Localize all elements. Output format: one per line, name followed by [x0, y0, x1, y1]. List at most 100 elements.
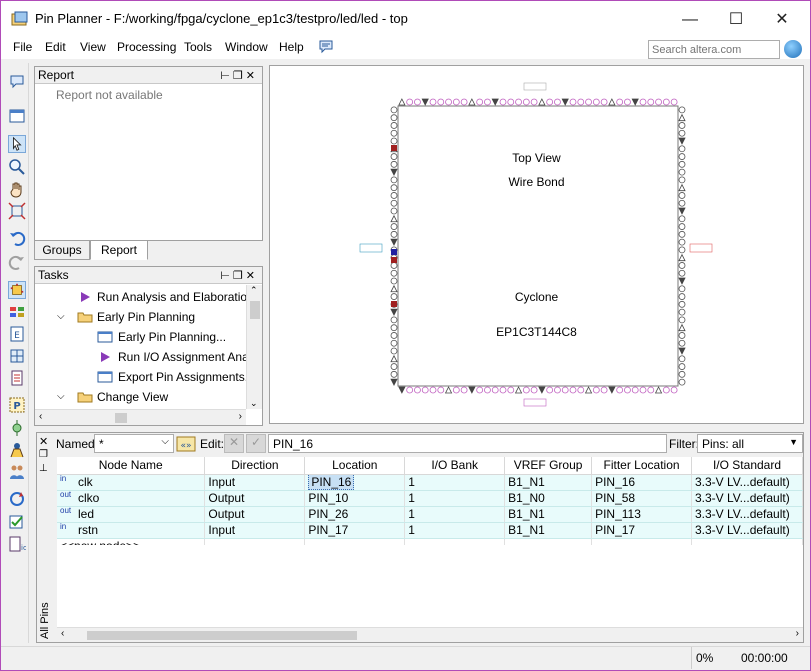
chip-pin[interactable]: [678, 238, 686, 246]
undo-icon[interactable]: [8, 229, 26, 247]
io-bank-icon[interactable]: [8, 303, 26, 321]
check-assignments-icon[interactable]: [8, 513, 26, 531]
menu-window[interactable]: Window: [225, 40, 268, 54]
chip-pin[interactable]: [390, 223, 398, 230]
chip-pin[interactable]: [600, 98, 608, 106]
scroll-thumb[interactable]: [115, 413, 127, 423]
chip-pin[interactable]: [647, 98, 655, 106]
chip-pin[interactable]: [670, 386, 678, 394]
chip-pin[interactable]: [452, 98, 460, 106]
tasks-panel-controls[interactable]: ⊢❐✕: [220, 268, 258, 284]
chip-pin[interactable]: [468, 386, 476, 394]
chip-pin[interactable]: [390, 308, 398, 317]
table-row[interactable]: out led Output PIN_26 1 B1_N1 PIN_113 3.3…: [57, 506, 804, 523]
column-header-io-standard[interactable]: I/O Standard: [691, 457, 804, 475]
chip-pin[interactable]: [429, 386, 437, 394]
select-pointer-icon[interactable]: [8, 135, 26, 153]
chip-pin[interactable]: [584, 386, 593, 394]
pane-pin-icon[interactable]: ⊥: [39, 463, 48, 474]
io-standard-cell[interactable]: 3.3-V LV...default): [691, 522, 804, 539]
scroll-left-icon[interactable]: ‹: [61, 628, 64, 639]
search-input[interactable]: [648, 40, 780, 59]
chip-pin[interactable]: [390, 122, 398, 129]
named-filter-combo[interactable]: * ⌵: [94, 434, 174, 453]
chip-pin[interactable]: [390, 354, 398, 363]
column-header-direction[interactable]: Direction: [204, 457, 306, 475]
column-header-location[interactable]: Location: [304, 457, 406, 475]
chip-pin[interactable]: [538, 98, 546, 106]
chip-pin[interactable]: [670, 98, 678, 106]
chip-pin[interactable]: [678, 370, 686, 378]
chip-pin[interactable]: [491, 386, 499, 394]
package-view-icon[interactable]: [8, 281, 26, 299]
chip-pin[interactable]: [624, 98, 631, 106]
chip-pin[interactable]: [577, 386, 585, 394]
chip-pin[interactable]: [390, 269, 398, 277]
chip-pin[interactable]: [499, 386, 507, 394]
chip-pin[interactable]: [444, 386, 453, 394]
chip-pin[interactable]: [452, 386, 460, 394]
io-bank-cell[interactable]: 1: [404, 506, 506, 523]
chip-pin[interactable]: [678, 316, 686, 324]
pin-legend-icon[interactable]: E: [8, 325, 26, 343]
location-cell[interactable]: PIN_16: [304, 474, 406, 491]
chip-pin[interactable]: [437, 386, 445, 394]
all-pins-side-label[interactable]: All Pins: [39, 602, 51, 639]
chip-pin[interactable]: [390, 363, 398, 370]
edit-value-field[interactable]: PIN_16: [268, 434, 667, 453]
chip-pin[interactable]: [678, 363, 686, 370]
chip-pin[interactable]: [522, 386, 530, 394]
direction-cell[interactable]: Input: [204, 474, 306, 491]
chip-pin[interactable]: [678, 277, 686, 285]
chip-pin[interactable]: [390, 129, 398, 137]
close-icon[interactable]: ✕: [246, 270, 258, 282]
scroll-thumb[interactable]: [87, 631, 357, 640]
chip-pin[interactable]: [390, 230, 398, 238]
direction-cell[interactable]: Output: [204, 506, 306, 523]
float-icon[interactable]: ❐: [233, 70, 246, 82]
io-standard-cell[interactable]: 3.3-V LV...default): [691, 490, 804, 507]
task-change-view-folder[interactable]: ⌵ Change View: [57, 387, 168, 407]
direction-cell[interactable]: Output: [204, 490, 306, 507]
chip-pin[interactable]: [678, 347, 686, 355]
chip-pin[interactable]: [390, 347, 398, 355]
location-value-selected[interactable]: PIN_16: [308, 474, 355, 489]
chip-pin[interactable]: [608, 98, 616, 106]
close-button[interactable]: ✕: [759, 7, 805, 33]
chip-pin[interactable]: [655, 98, 662, 106]
task-early-pin-planning[interactable]: Early Pin Planning...: [97, 327, 226, 347]
message-icon[interactable]: [8, 73, 26, 91]
node-finder-icon[interactable]: «»: [176, 435, 196, 453]
column-header-vref-group[interactable]: VREF Group: [504, 457, 593, 475]
chip-pin[interactable]: [468, 98, 476, 106]
vref-group-cell[interactable]: B1_N0: [504, 490, 593, 507]
chip-pin[interactable]: [476, 386, 484, 394]
chip-pin[interactable]: [429, 98, 437, 106]
chip-pin[interactable]: [624, 386, 631, 394]
vref-group-cell[interactable]: B1_N1: [504, 474, 593, 491]
scroll-down-icon[interactable]: ⌄: [250, 398, 258, 409]
io-export-icon[interactable]: io: [8, 535, 26, 553]
chevron-down-icon[interactable]: ⌵: [57, 307, 65, 327]
scroll-right-icon[interactable]: ›: [239, 411, 242, 422]
chip-pin[interactable]: [421, 98, 429, 106]
accept-edit-icon[interactable]: ✓: [246, 434, 266, 453]
node-name-cell[interactable]: out led: [57, 506, 206, 523]
menu-help[interactable]: Help: [279, 40, 304, 54]
chip-pin[interactable]: [678, 215, 686, 223]
node-name-cell[interactable]: out clko: [57, 490, 206, 507]
chip-diagram[interactable]: [270, 66, 803, 423]
io-bank-cell[interactable]: 1: [404, 474, 506, 491]
chip-pin[interactable]: [585, 98, 592, 106]
table-row[interactable]: in clk Input PIN_16 1 B1_N1 PIN_16 3.3-V …: [57, 474, 804, 491]
chip-pin[interactable]: [398, 386, 406, 394]
chip-pin[interactable]: [554, 98, 561, 106]
table-row[interactable]: out clko Output PIN_10 1 B1_N0 PIN_58 3.3…: [57, 490, 804, 507]
chip-pin[interactable]: [476, 98, 484, 106]
redo-icon[interactable]: [8, 253, 26, 271]
tasks-horizontal-scrollbar[interactable]: ‹ ›: [35, 409, 246, 425]
chip-pin[interactable]: [491, 98, 499, 106]
chip-pin[interactable]: [678, 137, 686, 145]
io-standard-cell[interactable]: 3.3-V LV...default): [691, 474, 804, 491]
scroll-up-icon[interactable]: ⌃: [250, 285, 258, 296]
